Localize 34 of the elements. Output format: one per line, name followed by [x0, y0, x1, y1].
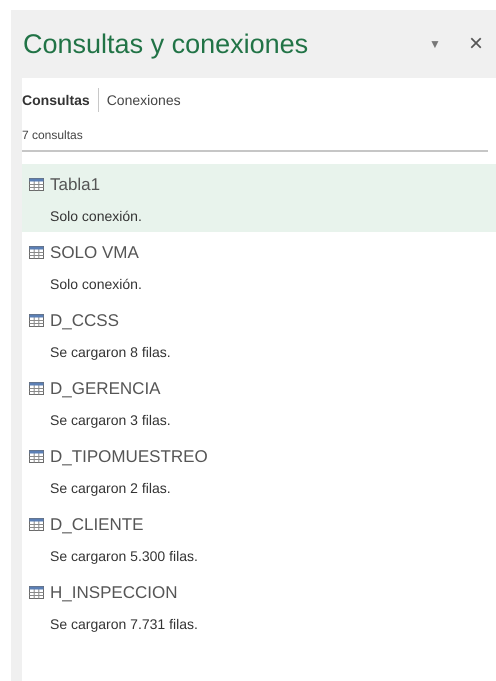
query-count: 7 consultas: [22, 127, 83, 144]
table-icon: [29, 314, 44, 328]
close-button[interactable]: ×: [464, 32, 488, 56]
query-item[interactable]: D_CCSS Se cargaron 8 filas.: [22, 300, 496, 368]
table-icon: [29, 246, 44, 260]
query-name: D_CLIENTE: [50, 514, 144, 536]
query-item[interactable]: D_CLIENTE Se cargaron 5.300 filas.: [22, 504, 496, 572]
query-item[interactable]: H_INSPECCION Se cargaron 7.731 filas.: [22, 572, 496, 640]
query-name: D_GERENCIA: [50, 378, 161, 400]
query-name: Tabla1: [50, 174, 100, 196]
query-status: Solo conexión.: [49, 206, 143, 226]
query-item[interactable]: Tabla1 Solo conexión.: [22, 164, 496, 232]
table-icon: [29, 178, 44, 192]
query-status: Se cargaron 8 filas.: [49, 342, 172, 362]
query-status: Se cargaron 2 filas.: [49, 478, 172, 498]
query-status: Se cargaron 7.731 filas.: [49, 614, 199, 634]
query-item[interactable]: SOLO VMA Solo conexión.: [22, 232, 496, 300]
table-icon: [29, 450, 44, 464]
query-status: Se cargaron 3 filas.: [49, 410, 172, 430]
table-icon: [29, 586, 44, 600]
pane-title: Consultas y conexiones: [23, 28, 310, 61]
pane-menu-button[interactable]: ▼: [420, 35, 450, 53]
query-item[interactable]: D_TIPOMUESTREO Se cargaron 2 filas.: [22, 436, 496, 504]
query-name: H_INSPECCION: [50, 582, 178, 604]
query-status: Solo conexión.: [49, 274, 143, 294]
tab[interactable]: Conexiones: [106, 90, 181, 110]
query-name: D_TIPOMUESTREO: [50, 446, 208, 468]
query-name: D_CCSS: [50, 310, 119, 332]
query-name: SOLO VMA: [50, 242, 139, 264]
tab[interactable]: Consultas: [22, 90, 90, 110]
query-status: Se cargaron 5.300 filas.: [49, 546, 199, 566]
table-icon: [29, 382, 44, 396]
table-icon: [29, 518, 44, 532]
query-item[interactable]: D_GERENCIA Se cargaron 3 filas.: [22, 368, 496, 436]
